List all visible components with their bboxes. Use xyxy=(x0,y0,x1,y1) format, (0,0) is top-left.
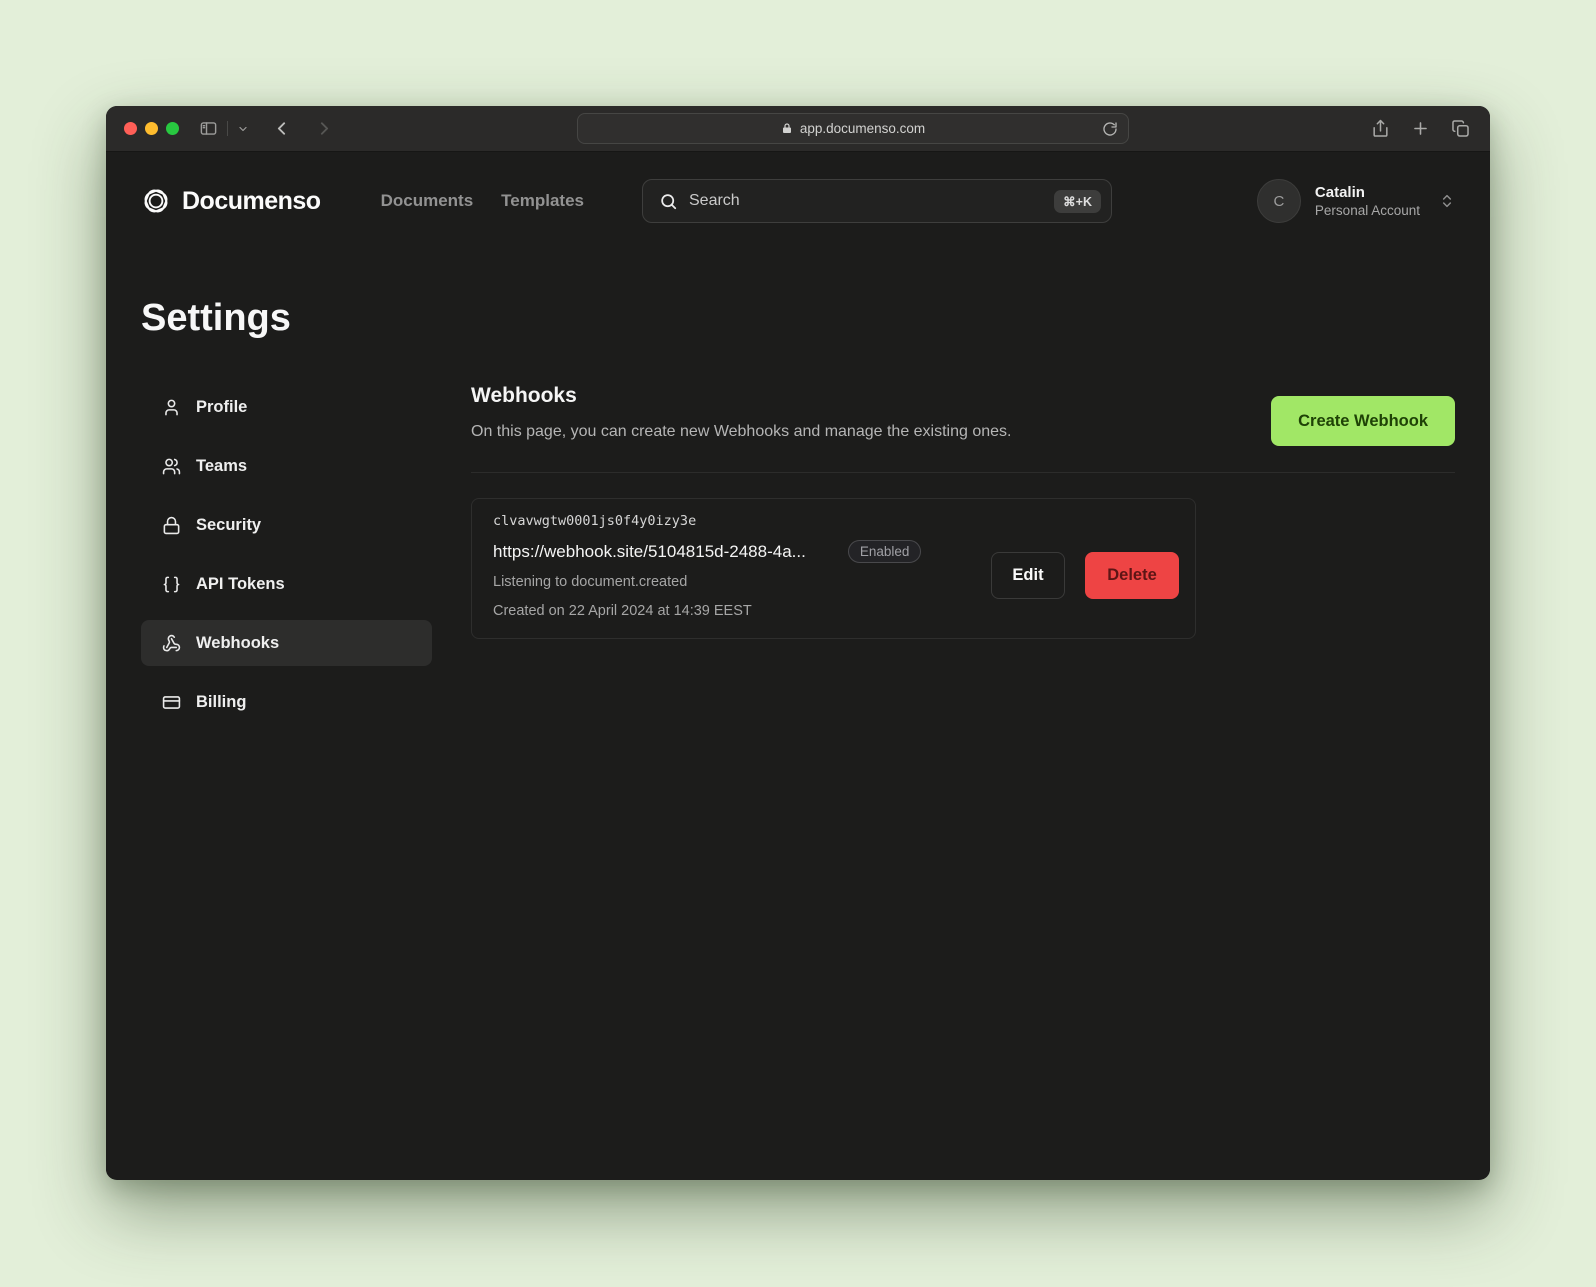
share-icon[interactable] xyxy=(1371,118,1390,139)
chevrons-up-down-icon xyxy=(1439,193,1455,209)
minimize-window-button[interactable] xyxy=(145,122,158,135)
app-header: Documenso Documents Templates ⌘+K C Cata… xyxy=(141,175,1455,227)
documenso-logo-icon xyxy=(141,186,171,216)
sidebar-item-api-tokens[interactable]: API Tokens xyxy=(141,561,432,607)
section-divider xyxy=(471,472,1455,473)
zoom-window-button[interactable] xyxy=(166,122,179,135)
search-input[interactable] xyxy=(689,192,1043,210)
search-shortcut-badge: ⌘+K xyxy=(1054,190,1101,213)
braces-icon xyxy=(162,575,181,594)
section-title: Webhooks xyxy=(471,384,1012,408)
sidebar-item-profile[interactable]: Profile xyxy=(141,384,432,430)
delete-webhook-button[interactable]: Delete xyxy=(1085,552,1179,599)
forward-button-icon[interactable] xyxy=(314,118,335,139)
window-controls xyxy=(124,122,179,135)
webhook-created: Created on 22 April 2024 at 14:39 EEST xyxy=(493,603,1175,619)
section-description: On this page, you can create new Webhook… xyxy=(471,423,1012,441)
page-title: Settings xyxy=(141,297,1455,340)
sidebar-item-label: Teams xyxy=(196,457,247,476)
address-bar-url: app.documenso.com xyxy=(800,121,925,136)
sidebar-item-label: Billing xyxy=(196,693,246,712)
edit-webhook-button[interactable]: Edit xyxy=(991,552,1065,599)
settings-sidebar: Profile Teams Security xyxy=(141,384,432,738)
address-bar[interactable]: app.documenso.com xyxy=(577,113,1129,144)
sidebar-item-teams[interactable]: Teams xyxy=(141,443,432,489)
app-content: Documenso Documents Templates ⌘+K C Cata… xyxy=(106,152,1490,1179)
browser-toolbar: app.documenso.com xyxy=(106,106,1490,152)
user-icon xyxy=(162,398,181,417)
webhook-icon xyxy=(162,634,181,653)
sidebar-toggle-icon[interactable] xyxy=(199,119,218,138)
search-bar[interactable]: ⌘+K xyxy=(642,179,1112,223)
lock-icon xyxy=(162,516,181,535)
close-window-button[interactable] xyxy=(124,122,137,135)
users-icon xyxy=(162,457,181,476)
back-button-icon[interactable] xyxy=(271,118,292,139)
browser-window: app.documenso.com Documenso xyxy=(106,106,1490,1180)
sidebar-item-label: Webhooks xyxy=(196,634,279,653)
account-menu[interactable]: C Catalin Personal Account xyxy=(1257,179,1455,223)
reload-icon[interactable] xyxy=(1102,121,1118,137)
status-badge: Enabled xyxy=(848,540,922,563)
webhook-url: https://webhook.site/5104815d-2488-4a... xyxy=(493,542,806,562)
sidebar-item-label: Security xyxy=(196,516,261,535)
brand-home-link[interactable]: Documenso xyxy=(141,186,321,216)
nav-link-templates[interactable]: Templates xyxy=(501,191,584,211)
new-tab-plus-icon[interactable] xyxy=(1411,119,1430,138)
create-webhook-button[interactable]: Create Webhook xyxy=(1271,396,1455,446)
sidebar-item-security[interactable]: Security xyxy=(141,502,432,548)
account-name: Catalin xyxy=(1315,183,1420,202)
tab-overview-icon[interactable] xyxy=(1451,119,1470,138)
sidebar-item-billing[interactable]: Billing xyxy=(141,679,432,725)
sidebar-item-label: API Tokens xyxy=(196,575,285,594)
webhook-id: clvavwgtw0001js0f4y0izy3e xyxy=(493,513,1175,529)
credit-card-icon xyxy=(162,693,181,712)
primary-nav: Documents Templates xyxy=(381,191,584,211)
webhooks-section: Webhooks On this page, you can create ne… xyxy=(471,384,1455,738)
toolbar-divider xyxy=(227,121,228,136)
nav-link-documents[interactable]: Documents xyxy=(381,191,474,211)
sidebar-chevron-down-icon[interactable] xyxy=(237,123,249,135)
sidebar-item-label: Profile xyxy=(196,398,247,417)
webhook-card: clvavwgtw0001js0f4y0izy3e https://webhoo… xyxy=(471,498,1196,639)
brand-name: Documenso xyxy=(182,187,321,216)
account-type: Personal Account xyxy=(1315,202,1420,219)
search-icon xyxy=(659,192,678,211)
sidebar-item-webhooks[interactable]: Webhooks xyxy=(141,620,432,666)
lock-icon xyxy=(781,122,793,135)
avatar: C xyxy=(1257,179,1301,223)
